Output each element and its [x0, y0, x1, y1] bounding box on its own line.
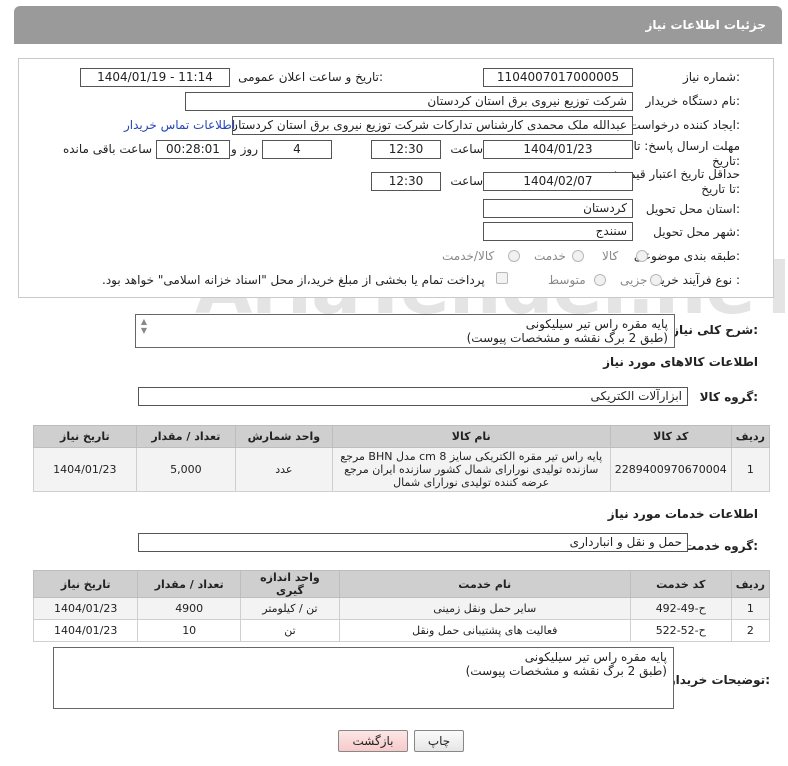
services-row-1-name: سایر حمل ونقل زمینی: [338, 597, 631, 620]
services-row-1-date: 1404/01/23: [32, 597, 139, 620]
goods-table: ردیف کد کالا نام کالا واحد شمارش تعداد /…: [33, 425, 771, 492]
process-label: نوع فرآیند خرید :: [655, 273, 740, 287]
table-row: 1 2289400970670004 پایه راس تیر مقره الک…: [33, 447, 771, 492]
treasury-payment-note: پرداخت تمام یا بخشی از مبلغ خرید،از محل …: [102, 273, 485, 287]
goods-col-code: کد کالا: [609, 425, 732, 448]
buyer-notes-label: توضیحات خریدار:: [668, 673, 770, 687]
services-row-2-idx: 2: [730, 619, 771, 642]
services-group-label: گروه خدمت:: [684, 539, 758, 553]
creator-field: عبدالله ملک محمدی کارشناس تدارکات شرکت ت…: [232, 116, 633, 135]
services-col-date: تاریخ نیاز: [32, 570, 139, 598]
goods-col-date: تاریخ نیاز: [33, 425, 137, 448]
goods-row-idx: 1: [730, 447, 771, 492]
process-option-medium: متوسط: [548, 273, 586, 287]
goods-col-name: نام کالا: [331, 425, 611, 448]
days-label: روز و: [231, 142, 258, 156]
announce-label: تاریخ و ساعت اعلان عمومی:: [238, 70, 383, 84]
services-row-2-code: ح-52-522: [629, 619, 732, 642]
province-label: استان محل تحویل:: [645, 202, 740, 216]
table-row: 2 ح-52-522 فعالیت های پشتیبانی حمل ونقل …: [32, 619, 771, 642]
creator-label: ایجاد کننده درخواست:: [629, 118, 740, 132]
validity-time-field: 12:30: [371, 172, 441, 191]
need-number-field: 1104007017000005: [483, 68, 633, 87]
table-row: 1 ح-49-492 سایر حمل ونقل زمینی تن / کیلو…: [32, 597, 771, 620]
description-label: شرح کلی نیاز:: [672, 323, 758, 337]
goods-row-qty: 5,000: [135, 447, 237, 492]
need-number-label: شماره نیاز:: [682, 70, 740, 84]
buyer-org-field: شرکت توزیع نیروی برق استان کردستان: [185, 92, 633, 111]
back-button[interactable]: بازگشت: [338, 730, 408, 752]
description-textarea[interactable]: پایه مقره راس تیر سیلیکونی (طبق 2 برگ نق…: [135, 314, 675, 348]
services-row-2-unit: تن: [240, 619, 340, 642]
page-header: جزئیات اطلاعات نیاز: [14, 6, 782, 44]
buyer-org-label: نام دستگاه خریدار:: [645, 94, 741, 108]
services-col-qty: تعداد / مقدار: [137, 570, 242, 598]
goods-row-name: پایه راس تیر مقره الکتریکی سایز cm 8 مدل…: [331, 447, 611, 492]
buyer-contact-link[interactable]: اطلاعات تماس خریدار: [124, 118, 235, 132]
deadline-label: مهلت ارسال پاسخ: تا تاریخ:: [633, 139, 740, 168]
services-row-1-qty: 4900: [137, 597, 242, 620]
buyer-notes-line-1: پایه مقره راس تیر سیلیکونی: [524, 650, 667, 664]
goods-col-unit: واحد شمارش: [235, 425, 333, 448]
process-radio-medium[interactable]: [594, 274, 606, 286]
services-row-1-idx: 1: [730, 597, 771, 620]
city-label: شهر محل تحویل:: [653, 225, 740, 239]
category-label: طبقه بندی موضوعی:: [633, 249, 740, 263]
services-row-2-name: فعالیت های پشتیبانی حمل ونقل: [338, 619, 631, 642]
goods-col-qty: تعداد / مقدار: [135, 425, 237, 448]
process-option-small: جزیی: [620, 273, 648, 287]
services-row-2-date: 1404/01/23: [32, 619, 139, 642]
days-field: 4: [262, 140, 332, 159]
description-scroll-arrows-icon[interactable]: ▲ ▼: [138, 317, 150, 343]
goods-section-title: اطلاعات کالاهای مورد نیاز: [603, 355, 758, 369]
services-col-idx: ردیف: [730, 570, 771, 598]
validity-time-label: ساعت: [450, 174, 483, 188]
treasury-payment-checkbox[interactable]: [496, 272, 508, 284]
category-radio-goods-service[interactable]: [508, 250, 520, 262]
validity-date-field: 1404/02/07: [483, 172, 633, 191]
city-field: سنندج: [483, 222, 633, 241]
deadline-date-field: 1404/01/23: [483, 140, 633, 159]
services-col-name: نام خدمت: [338, 570, 631, 598]
services-col-unit: واحد اندازه گیری: [240, 570, 340, 598]
services-section-title: اطلاعات خدمات مورد نیاز: [607, 507, 758, 521]
services-row-2-qty: 10: [137, 619, 242, 642]
process-radio-small[interactable]: [650, 274, 662, 286]
deadline-time-field: 12:30: [371, 140, 441, 159]
goods-col-idx: ردیف: [730, 425, 771, 448]
category-radio-goods[interactable]: [636, 250, 648, 262]
category-option-service: خدمت: [534, 249, 566, 263]
services-col-code: کد خدمت: [629, 570, 732, 598]
province-field: کردستان: [483, 199, 633, 218]
goods-row-unit: عدد: [235, 447, 333, 492]
services-table: ردیف کد خدمت نام خدمت واحد اندازه گیری ت…: [32, 570, 771, 642]
goods-row-date: 1404/01/23: [33, 447, 137, 492]
goods-group-label: گروه کالا:: [699, 390, 758, 404]
goods-row-code: 2289400970670004: [609, 447, 732, 492]
category-option-goods-service: کالا/خدمت: [442, 249, 495, 263]
description-line-1: پایه مقره راس تیر سیلیکونی: [525, 317, 668, 331]
deadline-time-label: ساعت: [450, 142, 483, 156]
description-line-2: (طبق 2 برگ نقشه و مشخصات پیوست): [466, 331, 668, 345]
buyer-notes-line-2: (طبق 2 برگ نقشه و مشخصات پیوست): [465, 664, 667, 678]
goods-group-field: ابزارآلات الکتریکی: [138, 387, 688, 406]
print-button[interactable]: چاپ: [414, 730, 464, 752]
page-title: جزئیات اطلاعات نیاز: [645, 18, 766, 32]
remaining-time-field: 00:28:01: [156, 140, 230, 159]
category-option-goods: کالا: [602, 249, 619, 263]
remaining-label: ساعت باقی مانده: [62, 142, 152, 156]
services-group-field: حمل و نقل و انبارداری: [138, 533, 688, 552]
announce-field: 1404/01/19 - 11:14: [80, 68, 230, 87]
category-radio-service[interactable]: [572, 250, 584, 262]
services-row-1-code: ح-49-492: [629, 597, 732, 620]
services-row-1-unit: تن / کیلومتر: [240, 597, 340, 620]
buyer-notes-textarea[interactable]: پایه مقره راس تیر سیلیکونی (طبق 2 برگ نق…: [53, 647, 674, 709]
